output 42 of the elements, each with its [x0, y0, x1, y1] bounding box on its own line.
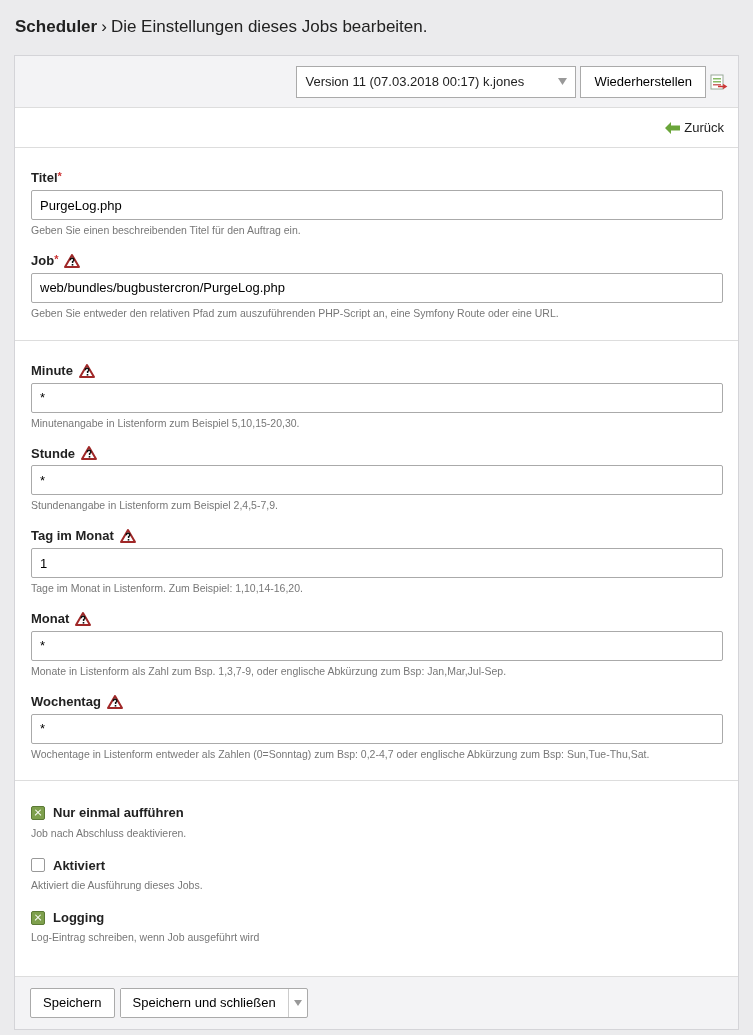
checkbox-label: Nur einmal aufführen	[53, 804, 184, 823]
help-text: Geben Sie einen beschreibenden Titel für den Auftrag ein.	[31, 223, 302, 238]
checkbox[interactable]	[31, 858, 45, 873]
breadcrumb-module[interactable]: Scheduler	[15, 17, 98, 36]
help-text: Job nach Abschluss deaktivieren.	[31, 825, 188, 841]
input-field[interactable]: web/bundles/bugbustercron/PurgeLog.php	[31, 272, 723, 303]
input-field[interactable]: PurgeLog.php	[31, 190, 723, 220]
field-label: Titel	[31, 169, 58, 188]
save-button[interactable]: Speichern	[30, 988, 115, 1018]
version-select[interactable]: Version 11 (07.03.2018 00:17) k.jones	[296, 65, 577, 98]
input-field[interactable]: *	[31, 630, 723, 661]
help-text: Wochentage in Listenform entweder als Zahlen (0=Sonntag) zum Bsp: 0,2-4,7 oder englische Abkürzung zum Bsp: Sun,Tue-Thu,Sat.	[31, 746, 651, 762]
checkbox[interactable]	[31, 806, 45, 820]
field-label: Job	[31, 252, 55, 270]
back-arrow-icon	[665, 121, 681, 134]
input-field[interactable]: *	[31, 713, 723, 744]
help-text: Tage im Monat in Listenform. Zum Beispiel: 1,10,14-16,20.	[31, 581, 304, 596]
page-title: Die Einstellungen dieses Jobs bearbeiten.	[110, 17, 428, 36]
compare-icon[interactable]	[710, 73, 728, 90]
field-label: Tag im Monat	[31, 527, 114, 546]
required-mark: *	[54, 251, 59, 267]
help-text: Geben Sie entweder den relativen Pfad zum auszuführenden PHP-Script an, eine Symfony Route oder eine URL.	[31, 305, 560, 321]
input-field[interactable]: *	[31, 465, 723, 496]
input-field[interactable]: 1	[31, 548, 723, 578]
back-link[interactable]: Zurück	[665, 117, 724, 138]
help-text: Aktiviert die Ausführung dieses Jobs.	[31, 878, 204, 893]
required-mark: *	[57, 169, 62, 184]
field-label: Wochentag	[31, 692, 101, 711]
help-text: Monate in Listenform als Zahl zum Bsp. 1,3,7-9, oder englische Abkürzung zum Bsp: Jan,Mar,Jul-Sep.	[31, 663, 508, 679]
checkbox-label: Logging	[53, 908, 105, 927]
help-text: Stundenangabe in Listenform zum Beispiel 2,4,5-7,9.	[31, 498, 279, 514]
input-field[interactable]: *	[31, 382, 723, 413]
checkbox-label: Aktiviert	[53, 856, 106, 875]
field-label: Minute	[31, 361, 73, 380]
restore-button[interactable]: Wiederherstellen	[580, 65, 706, 98]
checkbox[interactable]	[31, 910, 45, 925]
field-label: Monat	[31, 610, 70, 628]
field-label: Stunde	[31, 444, 76, 463]
help-text: Minutenangabe in Listenform zum Beispiel 5,10,15-20,30.	[31, 415, 301, 431]
breadcrumb-separator: ›	[101, 17, 107, 36]
caret-icon	[558, 78, 568, 85]
help-text: Log-Eintrag schreiben, wenn Job ausgeführt wird	[31, 930, 261, 946]
